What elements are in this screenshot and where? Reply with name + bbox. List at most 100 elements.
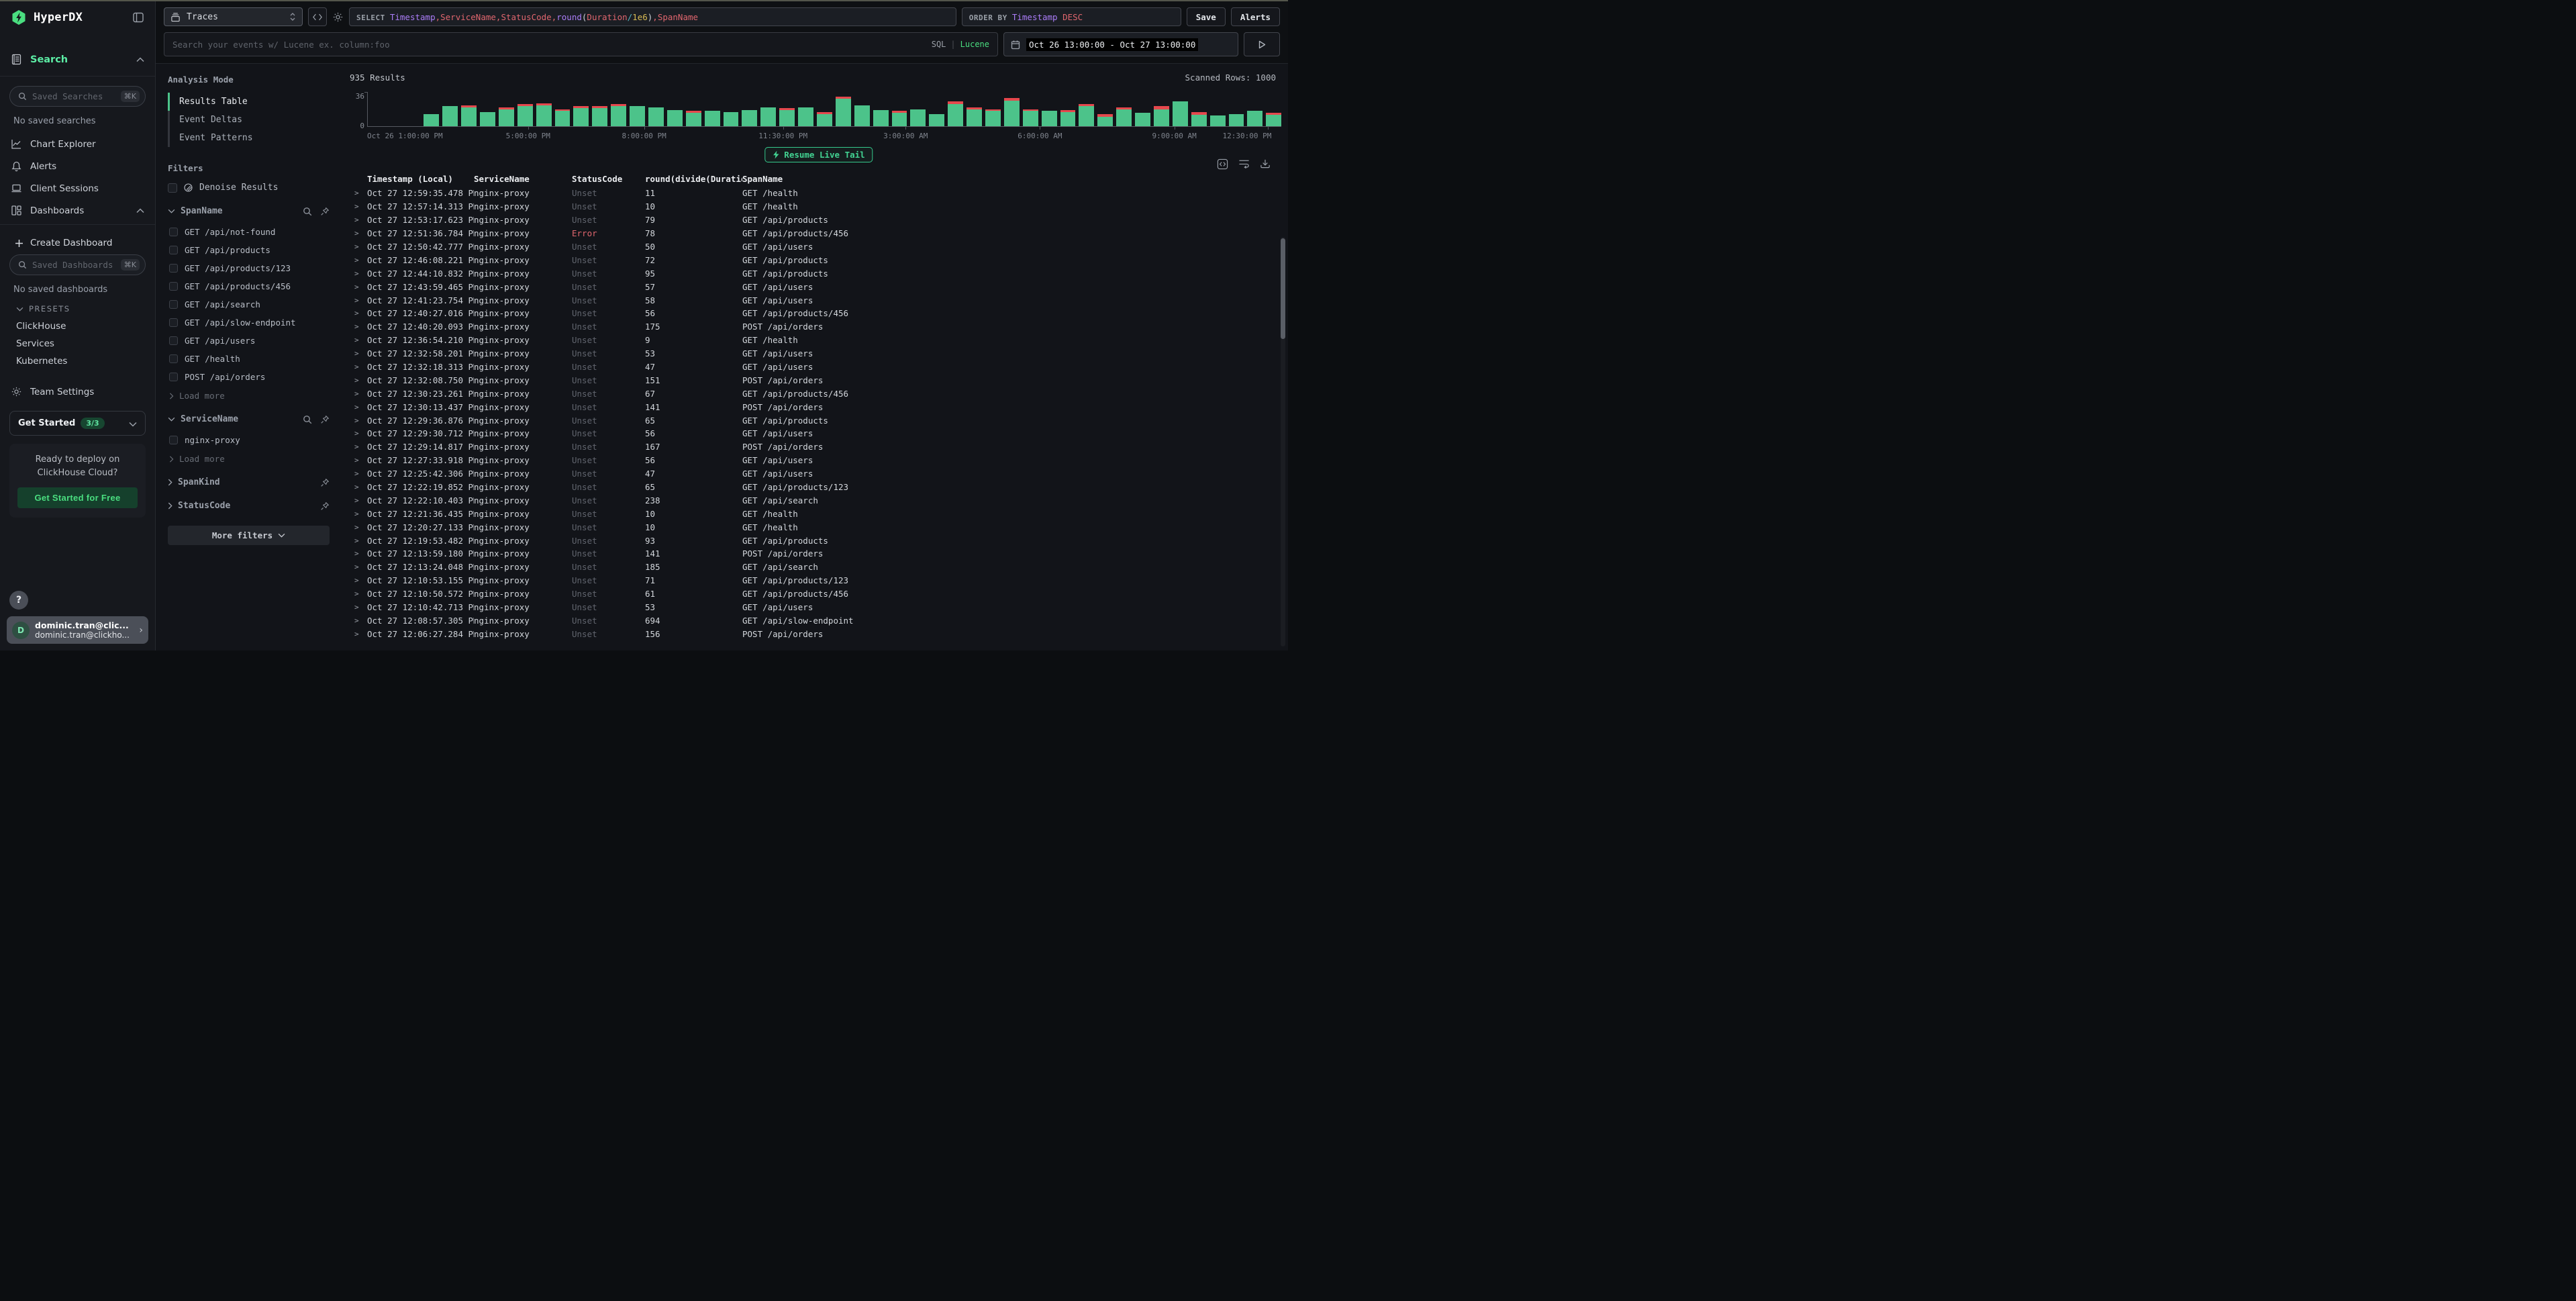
filter-pin-button[interactable] <box>320 207 330 216</box>
search-input[interactable]: Search your events w/ Lucene ex. column:… <box>164 32 998 56</box>
view-source-button[interactable] <box>1217 158 1228 170</box>
table-row[interactable]: >Oct 27 12:51:36.784 PMnginx-proxyError7… <box>350 227 1288 240</box>
filter-group-header[interactable]: StatusCode <box>168 501 330 511</box>
expand-row-icon[interactable]: > <box>350 336 367 344</box>
histogram-bar[interactable] <box>967 92 982 126</box>
table-row[interactable]: >Oct 27 12:20:27.133 PMnginx-proxyUnset1… <box>350 520 1288 534</box>
expand-row-icon[interactable]: > <box>350 309 367 318</box>
sidebar-item-client-sessions[interactable]: Client Sessions <box>0 177 155 199</box>
checkbox[interactable] <box>168 183 177 193</box>
analysis-mode-option[interactable]: Event Patterns <box>168 129 330 147</box>
histogram-bar[interactable] <box>442 92 458 126</box>
table-row[interactable]: >Oct 27 12:40:20.093 PMnginx-proxyUnset1… <box>350 320 1288 334</box>
scrollbar-thumb[interactable] <box>1281 238 1285 339</box>
histogram-bar[interactable] <box>1023 92 1038 126</box>
column-statuscode[interactable]: StatusCode <box>572 174 645 184</box>
presets-toggle[interactable]: PRESETS <box>0 297 155 318</box>
expand-row-icon[interactable]: > <box>350 589 367 598</box>
checkbox[interactable] <box>169 228 178 236</box>
histogram-bar[interactable] <box>1173 92 1188 126</box>
checkbox[interactable] <box>169 436 178 444</box>
table-row[interactable]: >Oct 27 12:30:13.437 PMnginx-proxyUnset1… <box>350 400 1288 414</box>
help-button[interactable]: ? <box>9 591 28 610</box>
filter-group-header[interactable]: SpanKind <box>168 477 330 487</box>
sidebar-item-alerts[interactable]: Alerts <box>0 155 155 177</box>
table-row[interactable]: >Oct 27 12:30:23.261 PMnginx-proxyUnset6… <box>350 387 1288 400</box>
histogram-bar[interactable] <box>461 92 477 126</box>
sidebar-preset-item[interactable]: Kubernetes <box>0 352 155 370</box>
histogram-bar[interactable] <box>892 92 907 126</box>
table-row[interactable]: >Oct 27 12:10:53.155 PMnginx-proxyUnset7… <box>350 574 1288 587</box>
alerts-button[interactable]: Alerts <box>1231 7 1280 26</box>
get-started-free-button[interactable]: Get Started for Free <box>17 487 138 508</box>
date-range-picker[interactable]: Oct 26 13:00:00 - Oct 27 13:00:00 <box>1003 32 1238 56</box>
histogram-bar[interactable] <box>1135 92 1150 126</box>
histogram-bar[interactable] <box>555 92 571 126</box>
filter-search-button[interactable] <box>303 207 312 216</box>
column-spanname[interactable]: SpanName <box>742 174 1288 184</box>
histogram-bar[interactable] <box>424 92 439 126</box>
table-row[interactable]: >Oct 27 12:59:35.478 PMnginx-proxyUnset1… <box>350 187 1288 200</box>
expand-row-icon[interactable]: > <box>350 536 367 545</box>
orderby-input[interactable]: ORDER BY Timestamp DESC <box>962 7 1181 26</box>
table-row[interactable]: >Oct 27 12:46:08.221 PMnginx-proxyUnset7… <box>350 253 1288 267</box>
create-dashboard-button[interactable]: Create Dashboard <box>0 232 155 254</box>
column-servicename[interactable]: ServiceName <box>474 174 572 184</box>
expand-row-icon[interactable]: > <box>350 416 367 425</box>
histogram-bar[interactable] <box>1266 92 1281 126</box>
expand-row-icon[interactable]: > <box>350 296 367 305</box>
table-row[interactable]: >Oct 27 12:36:54.210 PMnginx-proxyUnset9… <box>350 334 1288 347</box>
table-row[interactable]: >Oct 27 12:06:27.284 PMnginx-proxyUnset1… <box>350 627 1288 640</box>
expand-row-icon[interactable]: > <box>350 229 367 238</box>
saved-searches-input[interactable]: Saved Searches ⌘K <box>9 86 146 107</box>
source-settings-button[interactable] <box>332 7 344 26</box>
user-menu[interactable]: D dominic.tran@clic... dominic.tran@clic… <box>7 616 148 644</box>
table-row[interactable]: >Oct 27 12:27:33.918 PMnginx-proxyUnset5… <box>350 454 1288 467</box>
expand-row-icon[interactable]: > <box>350 429 367 438</box>
histogram-bar[interactable] <box>648 92 664 126</box>
expand-row-icon[interactable]: > <box>350 469 367 478</box>
expand-row-icon[interactable]: > <box>350 242 367 251</box>
expand-row-icon[interactable]: > <box>350 256 367 264</box>
wrap-lines-button[interactable] <box>1238 158 1250 170</box>
expand-row-icon[interactable]: > <box>350 389 367 398</box>
histogram-bar[interactable] <box>499 92 514 126</box>
expand-row-icon[interactable]: > <box>350 376 367 385</box>
histogram-bar[interactable] <box>985 92 1001 126</box>
table-row[interactable]: >Oct 27 12:10:50.572 PMnginx-proxyUnset6… <box>350 587 1288 601</box>
table-row[interactable]: >Oct 27 12:21:36.435 PMnginx-proxyUnset1… <box>350 507 1288 520</box>
save-button[interactable]: Save <box>1187 7 1226 26</box>
filter-pin-button[interactable] <box>320 478 330 487</box>
histogram-bar[interactable] <box>1004 92 1020 126</box>
analysis-mode-option[interactable]: Event Deltas <box>168 111 330 129</box>
table-row[interactable]: >Oct 27 12:22:10.403 PMnginx-proxyUnset2… <box>350 493 1288 507</box>
filter-checkbox-item[interactable]: GET /api/not-found <box>168 223 330 241</box>
table-row[interactable]: >Oct 27 12:40:27.016 PMnginx-proxyUnset5… <box>350 307 1288 320</box>
column-duration[interactable]: round(divide(Duration, <box>645 174 742 184</box>
checkbox[interactable] <box>169 282 178 291</box>
checkbox[interactable] <box>169 373 178 381</box>
table-row[interactable]: >Oct 27 12:29:14.817 PMnginx-proxyUnset1… <box>350 440 1288 454</box>
histogram-bar[interactable] <box>1229 92 1244 126</box>
more-filters-button[interactable]: More filters <box>168 526 330 545</box>
histogram-bar[interactable] <box>667 92 683 126</box>
expand-row-icon[interactable]: > <box>350 549 367 558</box>
sidebar-collapse-icon[interactable] <box>132 11 144 23</box>
filter-checkbox-item[interactable]: GET /api/products/456 <box>168 277 330 295</box>
expand-row-icon[interactable]: > <box>350 510 367 518</box>
expand-row-icon[interactable]: > <box>350 363 367 371</box>
histogram-bar[interactable] <box>817 92 832 126</box>
select-input[interactable]: SELECT Timestamp,ServiceName,StatusCode,… <box>349 7 956 26</box>
expand-row-icon[interactable]: > <box>350 322 367 331</box>
sidebar-item-dashboards[interactable]: Dashboards <box>0 199 155 222</box>
filter-checkbox-item[interactable]: GET /api/users <box>168 332 330 350</box>
sidebar-item-team-settings[interactable]: Team Settings <box>0 381 155 403</box>
denoise-results-checkbox[interactable]: Denoise Results <box>168 183 330 193</box>
histogram-bar[interactable] <box>536 92 552 126</box>
run-query-button[interactable] <box>1244 32 1280 56</box>
filter-checkbox-item[interactable]: GET /api/products/123 <box>168 259 330 277</box>
expand-row-icon[interactable]: > <box>350 603 367 612</box>
sql-toggle[interactable]: SQL <box>932 40 946 49</box>
load-more-button[interactable]: Load more <box>168 386 330 401</box>
histogram-bar[interactable] <box>1247 92 1262 126</box>
